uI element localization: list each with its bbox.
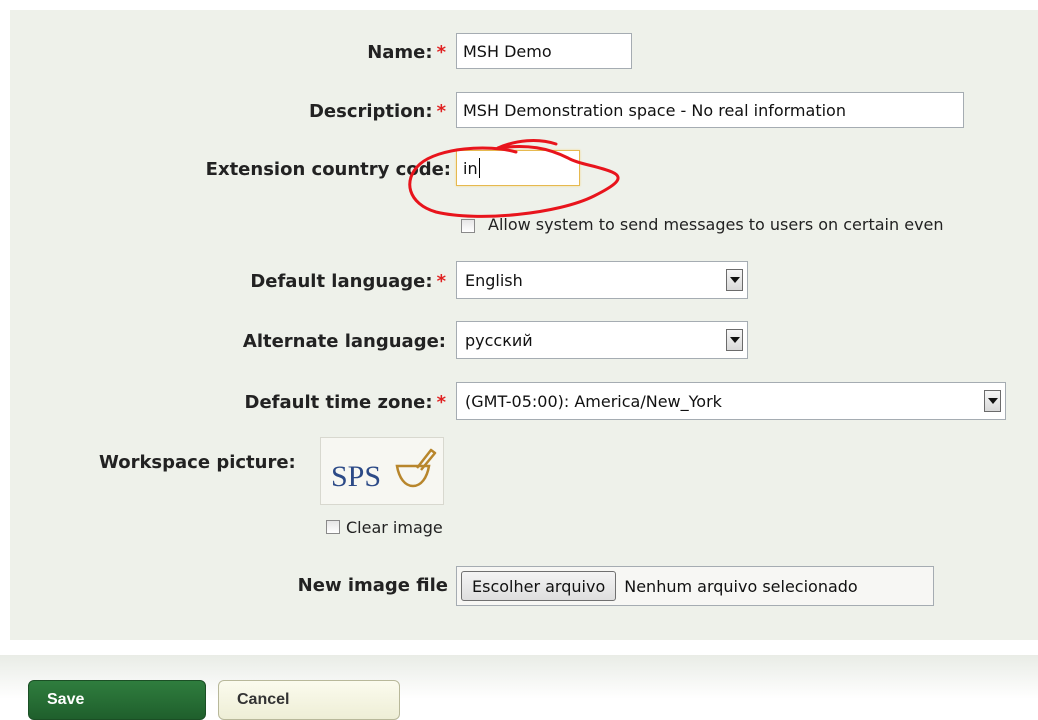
default-time-zone-select[interactable]: (GMT-05:00): America/New_York [456, 382, 1006, 420]
description-label-text: Description: [308, 101, 433, 122]
new-image-file-label: New image file [298, 575, 448, 596]
default-language-label: Default language: * [250, 271, 446, 292]
chevron-down-icon[interactable] [726, 329, 743, 351]
name-label: Name: * [367, 42, 446, 63]
send-messages-label: Allow system to send messages to users o… [488, 215, 944, 234]
required-asterisk: * [436, 42, 446, 63]
new-image-file-input[interactable]: Escolher arquivo Nenhum arquivo selecion… [456, 566, 934, 606]
alternate-language-select[interactable]: русский [456, 321, 748, 359]
alternate-language-value: русский [465, 330, 533, 350]
alternate-language-label-text: Alternate language: [242, 331, 446, 352]
send-messages-checkbox[interactable] [461, 219, 475, 233]
description-input[interactable]: MSH Demonstration space - No real inform… [456, 92, 964, 128]
default-language-select[interactable]: English [456, 261, 748, 299]
cancel-button[interactable]: Cancel [218, 680, 400, 720]
red-circle-annotation [408, 139, 620, 218]
workspace-logo: SPS [320, 437, 444, 505]
chevron-down-icon[interactable] [726, 269, 743, 291]
choose-file-button[interactable]: Escolher arquivo [461, 571, 617, 601]
default-time-zone-value: (GMT-05:00): America/New_York [465, 391, 722, 411]
clear-image-checkbox[interactable] [326, 520, 340, 534]
new-image-file-label-text: New image file [297, 575, 448, 596]
default-time-zone-label: Default time zone: * [245, 392, 446, 413]
workspace-picture-label-text: Workspace picture: [99, 452, 296, 473]
default-language-value: English [465, 270, 523, 290]
name-input[interactable]: MSH Demo [456, 33, 632, 69]
name-label-text: Name: [367, 42, 433, 63]
default-time-zone-label-text: Default time zone: [244, 392, 433, 413]
svg-text:SPS: SPS [331, 460, 381, 493]
chevron-down-icon[interactable] [984, 390, 1001, 412]
clear-image-label: Clear image [346, 518, 443, 537]
default-language-label-text: Default language: [250, 271, 433, 292]
required-asterisk: * [436, 101, 446, 122]
sps-logo-icon: SPS [331, 448, 437, 493]
save-button[interactable]: Save [28, 680, 206, 720]
alternate-language-label: Alternate language: [243, 331, 446, 352]
name-value: MSH Demo [463, 41, 552, 61]
file-status-text: Nenhum arquivo selecionado [624, 576, 858, 596]
workspace-picture-label: Workspace picture: [99, 452, 296, 473]
required-asterisk: * [436, 392, 446, 413]
description-label: Description: * [309, 101, 446, 122]
description-value: MSH Demonstration space - No real inform… [463, 100, 846, 120]
required-asterisk: * [436, 271, 446, 292]
